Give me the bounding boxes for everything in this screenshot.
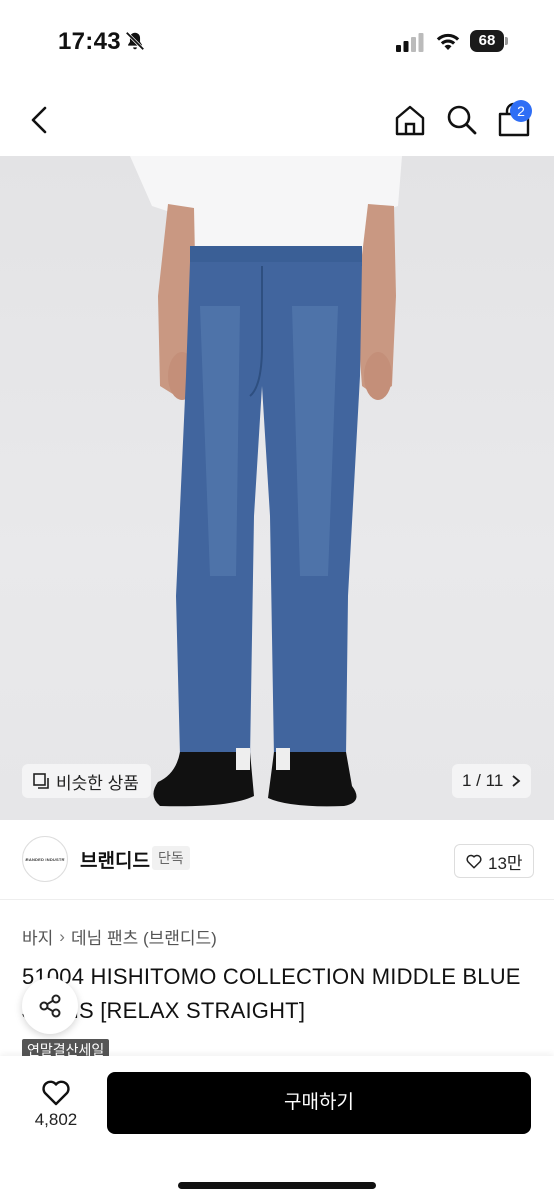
heart-icon[interactable] (40, 1076, 72, 1108)
share-button[interactable] (22, 978, 78, 1034)
heart-icon (466, 854, 482, 869)
pager-text: 1 / 11 (462, 771, 504, 790)
svg-text:BRANDED INDUSTRY: BRANDED INDUSTRY (25, 857, 65, 862)
battery-tip (505, 37, 508, 45)
brand-name[interactable]: 브랜디드 (80, 846, 150, 873)
breadcrumb-separator: › (59, 926, 65, 946)
wish-count: 4,802 (34, 1110, 78, 1129)
brand-like-button[interactable]: 13만 (454, 844, 534, 878)
search-icon[interactable] (442, 100, 482, 140)
battery-level: 68 (470, 30, 504, 52)
cart-badge: 2 (510, 100, 532, 122)
breadcrumb-item-category[interactable]: 바지 (22, 924, 53, 949)
brand-row: BRANDED INDUSTRY 브랜디드 단독 13만 (0, 820, 554, 900)
bell-slash-icon (125, 31, 145, 51)
product-image[interactable] (0, 156, 554, 820)
chevron-right-icon (512, 775, 521, 787)
top-nav (0, 84, 554, 156)
product-photo (130, 156, 402, 807)
exclusive-tag: 단독 (152, 846, 190, 870)
buy-button[interactable]: 구매하기 (107, 1072, 531, 1134)
home-icon[interactable] (390, 100, 430, 140)
share-icon (39, 994, 61, 1018)
image-pager[interactable]: 1 / 11 (452, 764, 532, 798)
brand-logo[interactable]: BRANDED INDUSTRY (22, 836, 68, 882)
breadcrumb: 바지 › 데님 팬츠 (브랜디드) (22, 924, 217, 949)
home-indicator (178, 1182, 376, 1189)
similar-icon (33, 773, 49, 789)
back-button[interactable] (22, 100, 58, 140)
signal-icon (396, 33, 424, 52)
status-time: 17:43 (58, 28, 121, 55)
wifi-icon (436, 33, 460, 50)
brand-like-count: 13만 (488, 853, 523, 873)
product-title: 51004 HISHITOMO COLLECTION MIDDLE BLUE J… (22, 964, 521, 1023)
breadcrumb-item-subcategory[interactable]: 데님 팬츠 (브랜디드) (71, 924, 217, 949)
brand-logo-mark: BRANDED INDUSTRY (25, 857, 65, 862)
status-bar: 17:43 68 (0, 0, 554, 84)
similar-products-button[interactable]: 비슷한 상품 (22, 764, 151, 798)
bottom-bar: 4,802 구매하기 (0, 1056, 554, 1200)
battery-icon: 68 (470, 30, 508, 52)
similar-products-label: 비슷한 상품 (56, 773, 139, 793)
